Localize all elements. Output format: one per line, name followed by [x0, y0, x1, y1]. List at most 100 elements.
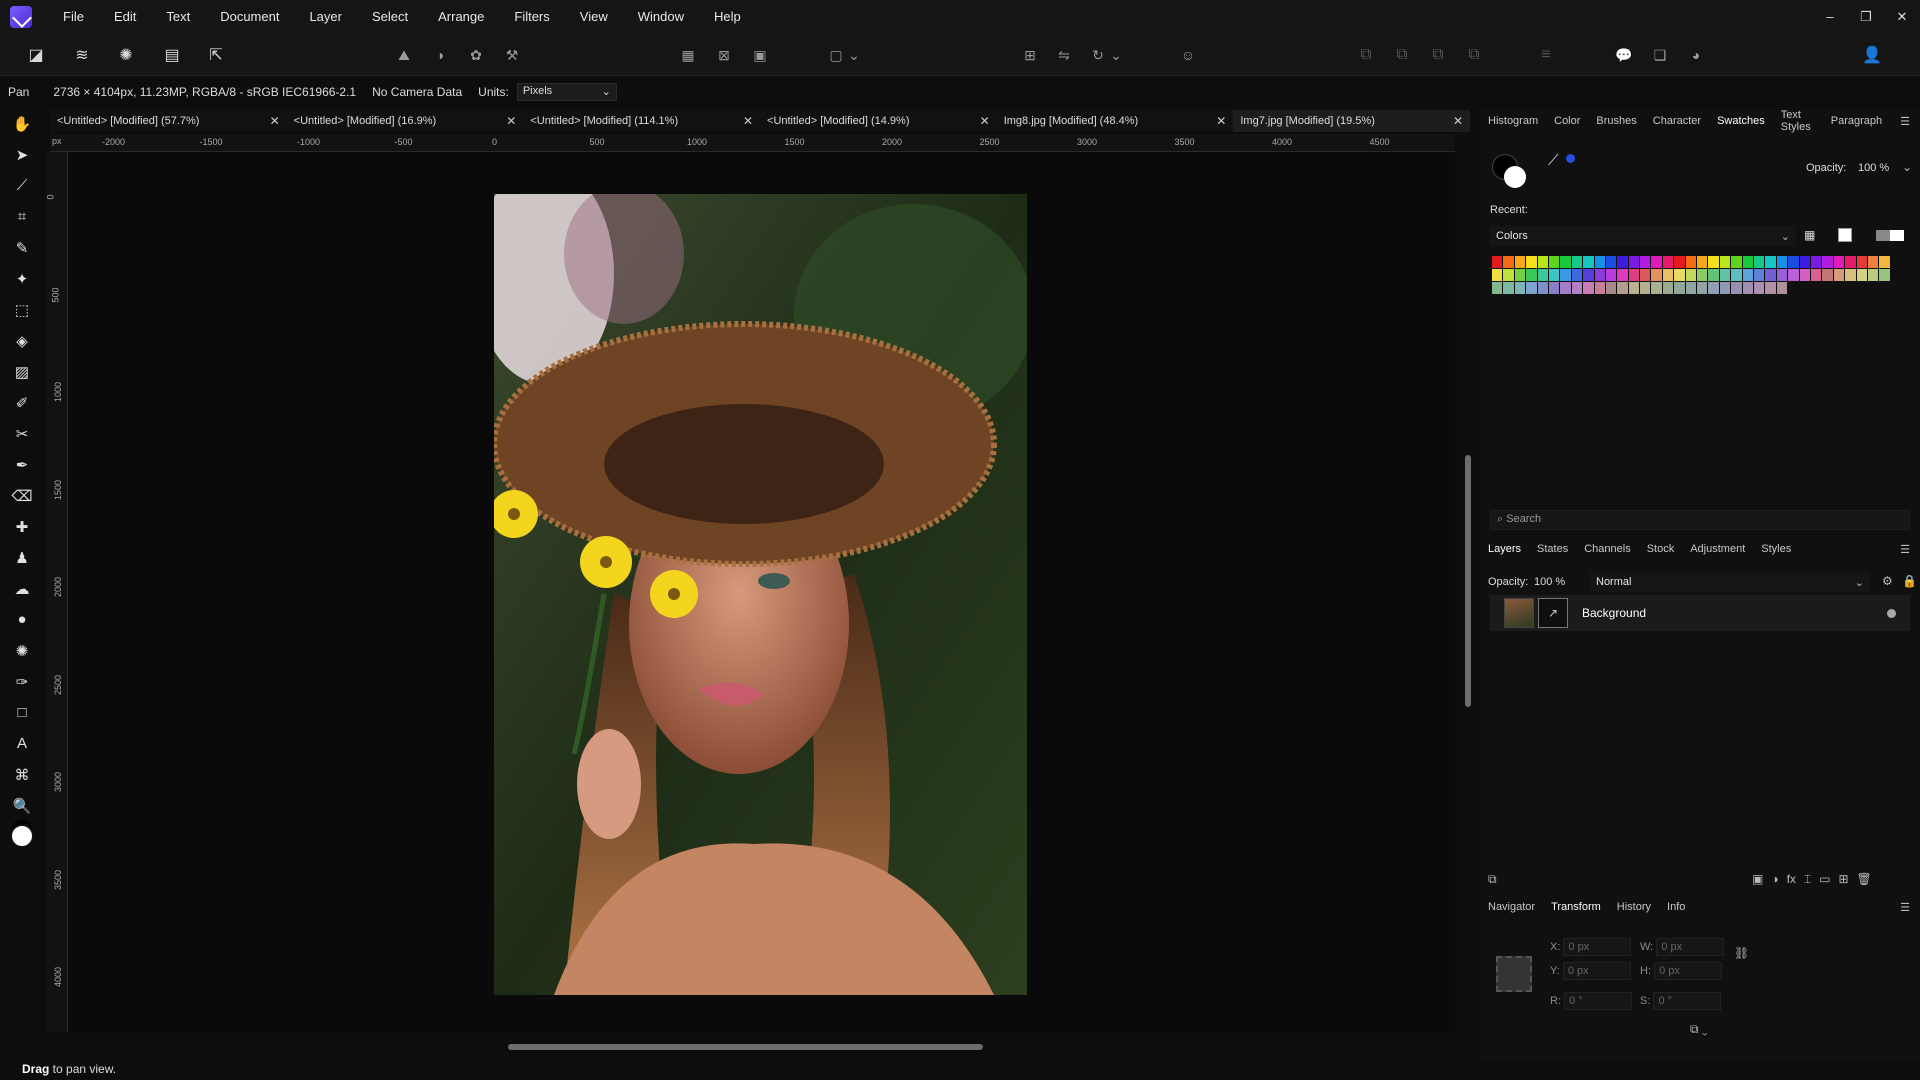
menu-help[interactable]: Help [699, 0, 756, 34]
doc-tab[interactable]: <Untitled> [Modified] (14.9%) ✕ [760, 110, 997, 132]
swatch[interactable] [1651, 269, 1663, 281]
gradient-tool-icon[interactable]: ▨ [0, 356, 44, 387]
swatch[interactable] [1560, 269, 1572, 281]
swatch[interactable] [1605, 269, 1618, 281]
swatch[interactable] [1776, 269, 1789, 281]
swatch[interactable] [1628, 282, 1641, 294]
inpainting-tool-icon[interactable]: ✺ [0, 635, 44, 666]
arrange-icon[interactable]: ≡ [1532, 41, 1560, 69]
swatch[interactable] [1731, 256, 1743, 268]
chevron-down-icon[interactable]: ⌄ [846, 41, 862, 69]
swatch[interactable] [1640, 256, 1652, 268]
swatch[interactable] [1560, 282, 1572, 294]
swatch[interactable] [1662, 282, 1675, 294]
tab-histogram[interactable]: Histogram [1480, 115, 1546, 127]
menu-text[interactable]: Text [151, 0, 205, 34]
swatch[interactable] [1492, 269, 1504, 281]
swatch[interactable] [1788, 256, 1800, 268]
swatch[interactable] [1765, 256, 1777, 268]
swatch[interactable] [1640, 269, 1652, 281]
doc-tab-active[interactable]: Img7.jpg [Modified] (19.5%) ✕ [1233, 110, 1471, 132]
swatch[interactable] [1810, 269, 1823, 281]
menu-view[interactable]: View [565, 0, 623, 34]
tab-styles[interactable]: Styles [1753, 543, 1799, 555]
swatch[interactable] [1526, 282, 1538, 294]
swatch[interactable] [1867, 256, 1880, 268]
tab-navigator[interactable]: Navigator [1480, 901, 1543, 913]
menu-arrange[interactable]: Arrange [423, 0, 499, 34]
swatch[interactable] [1594, 269, 1606, 281]
swatch[interactable] [1583, 269, 1595, 281]
fx-icon[interactable]: fx [1787, 872, 1796, 887]
undo-brush-icon[interactable]: ⌫ [0, 480, 44, 511]
swatch[interactable] [1674, 256, 1686, 268]
panel-menu-icon[interactable]: ☰ [1890, 115, 1920, 128]
swatch[interactable] [1605, 282, 1618, 294]
photo-persona-icon[interactable]: ◪ [22, 41, 50, 69]
swatch[interactable] [1617, 256, 1629, 268]
swatch[interactable] [1526, 269, 1538, 281]
swatch[interactable] [1537, 269, 1549, 281]
selection-mode-icon[interactable]: ▦ [674, 41, 702, 69]
swatch[interactable] [1548, 269, 1561, 281]
s-input[interactable] [1653, 992, 1722, 1010]
gear-icon[interactable]: ⚙ [1882, 574, 1893, 588]
close-icon[interactable]: ✕ [270, 114, 280, 128]
swatch[interactable] [1731, 282, 1743, 294]
tab-stock[interactable]: Stock [1639, 543, 1683, 555]
swatch[interactable] [1594, 282, 1606, 294]
swatch[interactable] [1867, 269, 1880, 281]
swatch[interactable] [1810, 256, 1823, 268]
blur-tool-icon[interactable]: ♟ [0, 542, 44, 573]
auto-white-balance-icon[interactable]: ⚒ [498, 41, 526, 69]
panel-menu-icon[interactable]: ☰ [1890, 901, 1920, 914]
transform-origin-icon[interactable]: ⧉ ⌄ [1690, 1022, 1708, 1037]
add-pixel-layer-icon[interactable]: ⊞ [1838, 872, 1848, 887]
panel-menu-icon[interactable]: ☰ [1890, 543, 1920, 556]
shape-tool-icon[interactable]: □ [0, 697, 44, 728]
close-icon[interactable]: ✕ [980, 114, 990, 128]
menu-edit[interactable]: Edit [99, 0, 151, 34]
menu-select[interactable]: Select [357, 0, 423, 34]
swatch[interactable] [1856, 256, 1868, 268]
swatch[interactable] [1662, 256, 1675, 268]
mask-icon[interactable]: ▣ [1752, 872, 1763, 887]
liquify-persona-icon[interactable]: ≋ [68, 41, 96, 69]
h-input[interactable] [1654, 962, 1723, 980]
live-filter-icon[interactable]: ⌶ [1804, 872, 1811, 887]
maximize-button[interactable]: ❐ [1848, 9, 1884, 25]
tab-text-styles[interactable]: Text Styles [1773, 109, 1823, 133]
swatch[interactable] [1719, 269, 1732, 281]
swatch[interactable] [1845, 269, 1857, 281]
swatch-grid[interactable] [1492, 256, 1896, 295]
visibility-icon[interactable] [1887, 608, 1896, 618]
search-input[interactable]: ⌕ Search [1490, 510, 1910, 530]
chevron-down-icon[interactable]: ⌄ [1108, 41, 1124, 69]
swatch[interactable] [1856, 269, 1868, 281]
swatch[interactable] [1492, 256, 1504, 268]
swatch[interactable] [1571, 282, 1584, 294]
minimize-button[interactable]: – [1812, 9, 1848, 25]
swatch[interactable] [1799, 269, 1811, 281]
clone-tool-icon[interactable]: ✒ [0, 449, 44, 480]
duplicate-icon[interactable]: ❏ [1646, 41, 1674, 69]
view-tool-icon[interactable]: ✋ [0, 108, 44, 139]
swatch[interactable] [1503, 282, 1515, 294]
swatch[interactable] [1605, 256, 1618, 268]
adjustment-icon[interactable]: ◑ [1771, 872, 1778, 887]
paint-brush-icon[interactable]: ✐ [0, 387, 44, 418]
anchor-selector-icon[interactable] [1496, 956, 1532, 992]
secondary-color-icon[interactable] [1504, 166, 1526, 188]
doc-tab[interactable]: <Untitled> [Modified] (57.7%) ✕ [50, 110, 287, 132]
vertical-scrollbar[interactable] [1465, 455, 1471, 707]
swatch[interactable] [1662, 269, 1675, 281]
swatch[interactable] [1503, 256, 1515, 268]
doc-tab[interactable]: <Untitled> [Modified] (114.1%) ✕ [523, 110, 761, 132]
swatch[interactable] [1514, 256, 1527, 268]
auto-contrast-icon[interactable]: ◑ [426, 41, 454, 69]
move-tool-icon[interactable]: ➤ [0, 139, 44, 170]
tab-states[interactable]: States [1529, 543, 1576, 555]
invert-selection-icon[interactable]: ▣ [746, 41, 774, 69]
swatch[interactable] [1822, 256, 1834, 268]
boolean-subtract-icon[interactable]: ⧉ [1388, 41, 1416, 69]
